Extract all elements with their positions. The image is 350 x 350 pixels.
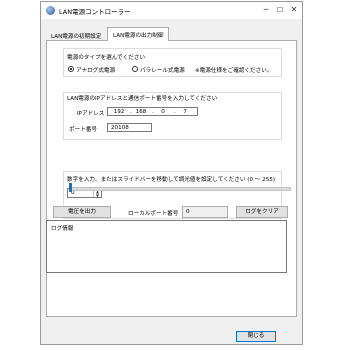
level-slider-thumb[interactable] — [69, 183, 72, 192]
ip-address-field[interactable]: 192 . 168 . 0 . 7 — [107, 107, 198, 116]
spin-down-icon[interactable]: ▼ — [94, 193, 101, 198]
globe-icon — [46, 6, 55, 15]
port-number-field[interactable]: 20108 — [107, 123, 152, 132]
radio-pararail-label[interactable]: パラレール式電源 — [140, 66, 185, 74]
ip-octet-3[interactable]: 0 — [154, 109, 172, 115]
power-spec-note: ※電源仕様をご確認ください。 — [195, 68, 273, 74]
tab-initial-settings[interactable]: LAN電源の初期設定 — [46, 29, 106, 40]
app-window: LAN電源コントローラー ─ ☐ ✕ LAN電源の初期設定 LAN電源の出力制御… — [40, 1, 303, 345]
window-title: LAN電源コントローラー — [59, 8, 131, 16]
close-button[interactable]: 閉じる — [236, 331, 276, 342]
port-label: ポート番号 — [69, 127, 97, 133]
title-bar[interactable]: LAN電源コントローラー ─ ☐ ✕ — [41, 2, 302, 19]
radio-pararail[interactable] — [132, 66, 138, 72]
log-text: ログ情報 — [51, 226, 74, 232]
clear-log-button[interactable]: ログをクリア — [236, 206, 288, 218]
level-prompt: 数字を入力、またはスライドバーを移動して調光値を設定してください (0 ～ 25… — [67, 177, 276, 183]
log-output[interactable]: ログ情報 — [46, 220, 287, 273]
output-voltage-button[interactable]: 電圧を出力 — [53, 206, 111, 218]
level-slider-track[interactable] — [69, 187, 291, 191]
network-prompt: LAN電源のIPアドレスと通信ポート番号を入力してください — [67, 96, 218, 102]
ip-label: IPアドレス — [77, 111, 105, 117]
local-port-field: 0 — [182, 206, 228, 218]
tab-output-control[interactable]: LAN電源の出力制御 — [107, 27, 170, 41]
close-window-button[interactable]: ✕ — [287, 4, 301, 16]
ip-octet-2[interactable]: 168 — [132, 109, 150, 115]
maximize-button[interactable]: ☐ — [273, 4, 287, 16]
radio-analog[interactable] — [68, 66, 74, 72]
radio-analog-label[interactable]: アナログ式電源 — [76, 66, 115, 74]
local-port-label: ローカルポート番号 — [128, 211, 179, 217]
ip-octet-4[interactable]: 7 — [176, 109, 194, 115]
ip-octet-1[interactable]: 192 — [110, 109, 128, 115]
tab-panel-output-control: 電源のタイプを選んでください アナログ式電源 パラレール式電源 ※電源仕様をご確… — [46, 40, 297, 317]
power-type-prompt: 電源のタイプを選んでください — [67, 55, 146, 61]
minimize-button[interactable]: ─ — [259, 4, 273, 16]
